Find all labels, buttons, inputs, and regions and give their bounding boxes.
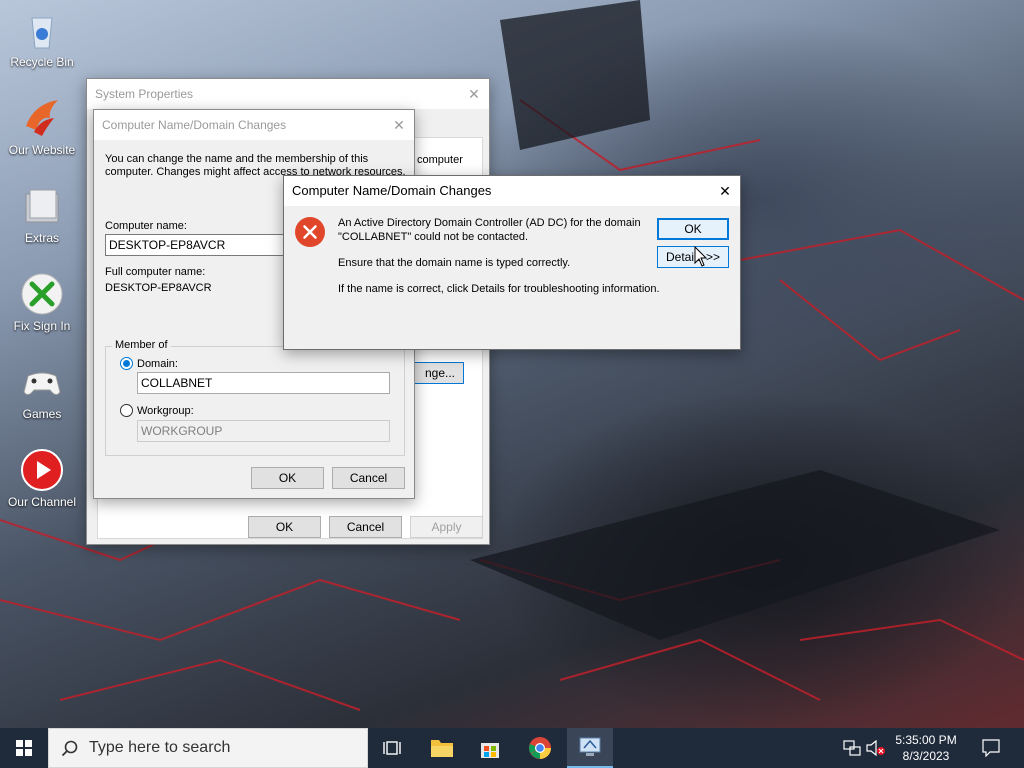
taskbar-search-box[interactable]: Type here to search	[48, 728, 368, 768]
network-icon[interactable]	[843, 740, 861, 756]
cancel-button[interactable]: Cancel	[329, 516, 402, 538]
error-message-line-4: If the name is correct, click Details fo…	[338, 283, 660, 295]
taskbar-clock[interactable]: 5:35:00 PM 8/3/2023	[886, 732, 966, 764]
domain-label: Domain:	[137, 358, 178, 370]
apply-button[interactable]: Apply	[410, 516, 483, 538]
gamepad-icon	[23, 372, 61, 396]
taskbar-store[interactable]	[468, 728, 512, 768]
store-icon	[481, 743, 499, 758]
desktop-icon-label: Games	[22, 407, 62, 421]
error-message-line-1: An Active Directory Domain Controller (A…	[338, 217, 641, 229]
chrome-icon	[529, 737, 551, 759]
domain-field[interactable]: COLLABNET	[137, 372, 390, 394]
error-message-line-3: Ensure that the domain name is typed cor…	[338, 257, 571, 269]
phoenix-icon	[26, 100, 58, 136]
clock-time: 5:35:00 PM	[895, 733, 957, 747]
window-title: Computer Name/Domain Changes	[94, 110, 414, 140]
workgroup-radio[interactable]	[120, 404, 133, 417]
taskbar-file-explorer[interactable]	[420, 728, 464, 768]
error-message-line-2: "COLLABNET" could not be contacted.	[338, 231, 529, 243]
desktop-icon-our-channel[interactable]: Our Channel	[2, 448, 82, 509]
full-name-label: Full computer name:	[105, 266, 206, 278]
full-name-value: DESKTOP-EP8AVCR	[105, 282, 212, 294]
task-view-button[interactable]	[372, 728, 412, 768]
desktop-icon-extras[interactable]: Extras	[2, 184, 82, 245]
folder-icon	[25, 189, 59, 223]
desktop-icon-label: Recycle Bin	[10, 55, 74, 69]
start-button[interactable]	[0, 728, 48, 768]
ok-button[interactable]: OK	[248, 516, 321, 538]
taskbar-chrome[interactable]	[518, 728, 562, 768]
task-view-icon	[383, 741, 401, 755]
notifications-icon[interactable]	[982, 739, 1000, 757]
close-icon[interactable]: ✕	[384, 110, 414, 140]
details-button[interactable]: Details >>	[657, 246, 729, 268]
error-icon	[295, 217, 325, 247]
desktop-icon-games[interactable]: Games	[2, 360, 82, 421]
desktop-icon-label: Our Channel	[7, 495, 77, 509]
desktop-icon-our-website[interactable]: Our Website	[2, 96, 82, 157]
workgroup-field[interactable]: WORKGROUP	[137, 420, 390, 442]
domain-radio[interactable]	[120, 357, 133, 370]
recycle-bin-icon	[31, 17, 53, 49]
close-icon[interactable]: ✕	[710, 176, 740, 206]
ok-button[interactable]: OK	[251, 467, 324, 489]
mouse-cursor-icon	[694, 246, 708, 267]
taskbar-system-properties[interactable]	[567, 728, 613, 768]
close-icon[interactable]: ✕	[459, 79, 489, 109]
error-dialog: Computer Name/Domain Changes ✕ An Active…	[283, 175, 741, 350]
cancel-button[interactable]: Cancel	[332, 467, 405, 489]
clock-date: 8/3/2023	[902, 749, 950, 763]
desktop-icon-label: Our Website	[8, 143, 76, 157]
radio-dot	[123, 360, 130, 367]
xbox-icon	[21, 273, 63, 315]
volume-muted-icon[interactable]	[866, 740, 886, 756]
folder-icon	[431, 740, 453, 757]
partial-text: computer	[417, 154, 463, 166]
desktop-icon-label: Extras	[24, 231, 59, 245]
desktop-icon-fix-sign-in[interactable]: Fix Sign In	[2, 272, 82, 333]
desktop-icon-label: Fix Sign In	[13, 319, 71, 333]
system-properties-icon	[579, 737, 601, 756]
computer-name-label: Computer name:	[105, 220, 187, 232]
taskbar: Type here to search 5:35:00 PM 8/3/2023	[0, 728, 1024, 768]
member-of-label: Member of	[112, 339, 171, 351]
search-placeholder: Type here to search	[89, 739, 231, 756]
search-icon	[61, 740, 78, 757]
change-button[interactable]: nge...	[407, 362, 464, 384]
ok-button[interactable]: OK	[657, 218, 729, 240]
intro-line-1: You can change the name and the membersh…	[105, 153, 369, 165]
windows-logo-icon	[16, 740, 32, 756]
desktop-icon-recycle-bin[interactable]: Recycle Bin	[2, 8, 82, 69]
window-title: System Properties	[87, 79, 489, 109]
youtube-icon	[21, 449, 63, 491]
workgroup-label: Workgroup:	[137, 405, 194, 417]
dialog-title: Computer Name/Domain Changes	[284, 176, 740, 206]
